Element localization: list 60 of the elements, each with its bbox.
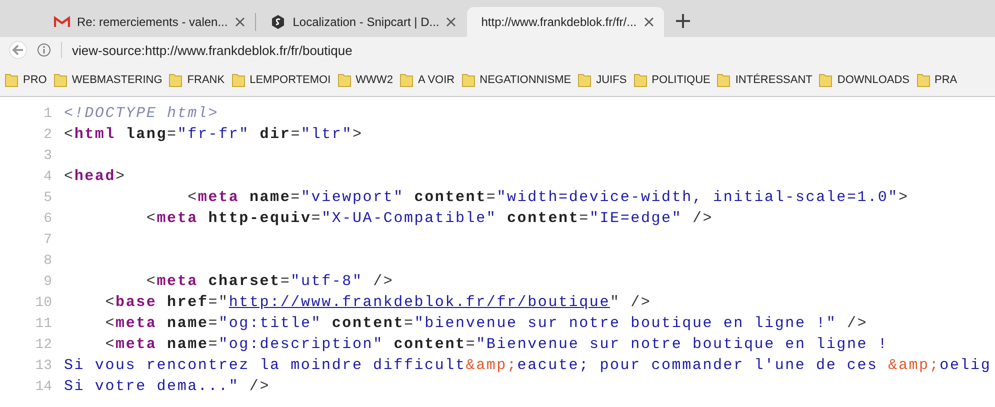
bookmark-folder[interactable]: PRA — [934, 74, 958, 86]
folder-icon — [462, 72, 475, 87]
line-number: 7 — [42, 232, 52, 248]
folder-icon — [578, 72, 592, 87]
folder-icon — [400, 72, 413, 87]
close-icon[interactable] — [234, 17, 245, 27]
folder-icon — [169, 72, 182, 87]
code-line: <meta http-equiv="X-UA-Compatible" content="IE=edge" /> — [145, 210, 714, 227]
code-line: <meta charset="utf-8" /> — [145, 273, 394, 290]
bookmark-folder[interactable]: PRO — [23, 74, 47, 86]
line-number: 8 — [42, 252, 52, 268]
bookmark-folder[interactable]: WEBMASTERING — [72, 74, 162, 86]
line-number: 10 — [34, 294, 52, 310]
bookmark-folder[interactable]: DOWNLOADS — [837, 74, 910, 86]
line-number: 5 — [42, 190, 52, 206]
bookmark-folder[interactable]: POLITIQUE — [652, 74, 710, 86]
close-icon[interactable] — [644, 17, 654, 27]
bookmark-folder[interactable]: JUIFS — [596, 74, 627, 86]
code-line: <html lang="fr-fr" dir="ltr"> — [64, 126, 363, 143]
line-number: 6 — [42, 210, 52, 226]
browser-tab[interactable]: Re: remerciements - valen... — [40, 7, 255, 37]
bookmark-folder[interactable]: WWW2 — [356, 74, 393, 86]
folder-icon — [634, 72, 647, 87]
folder-icon — [717, 72, 730, 87]
code-line: <!DOCTYPE html> — [64, 105, 219, 122]
hexagon-icon — [270, 14, 286, 30]
line-number: 1 — [42, 106, 52, 122]
folder-icon — [916, 72, 930, 87]
bookmark-folder[interactable]: NEGATIONNISME — [480, 74, 572, 86]
bookmark-folder[interactable]: FRANK — [187, 74, 225, 86]
code-line: Si vous rencontrez la moindre difficult&amp;eacute; pour commander l'une de ces &amp;oelig — [64, 357, 992, 374]
line-number: 12 — [34, 336, 52, 352]
folder-icon — [338, 72, 351, 87]
bookmark-folder[interactable]: LEMPORTEMOI — [250, 74, 331, 86]
browser-tab[interactable]: Localization - Snipcart | D... — [256, 7, 466, 37]
bookmark-folder[interactable]: INTÉRESSANT — [735, 74, 812, 86]
line-number: 3 — [42, 148, 52, 164]
line-number: 4 — [42, 168, 52, 184]
browser-tab[interactable]: http://www.frankdeblok.fr/fr/... — [467, 7, 664, 37]
folder-icon — [819, 72, 832, 87]
code-line: <meta name="og:description" content="Bienvenue sur notre boutique en ligne ! — [104, 336, 888, 353]
line-number: 9 — [42, 274, 52, 290]
new-tab-icon[interactable] — [676, 14, 690, 28]
folder-icon — [5, 72, 18, 87]
line-number: 2 — [42, 126, 52, 142]
code-line: <head> — [64, 168, 126, 185]
code-line: <meta name="og:title" content="bienvenue sur notre boutique en ligne !" /> — [104, 315, 868, 332]
folder-icon — [232, 72, 245, 87]
code-line: Si votre dema..." /> — [64, 378, 270, 395]
folder-icon — [54, 72, 67, 87]
envelope-icon — [54, 16, 70, 28]
address-bar-url[interactable]: view-source:http://www.frankdeblok.fr/fr/boutique — [72, 42, 352, 58]
close-icon[interactable] — [446, 17, 456, 27]
code-line: <meta name="viewport" content="width=device-width, initial-scale=1.0"> — [186, 189, 909, 206]
line-number: 14 — [34, 378, 52, 394]
info-icon[interactable] — [37, 43, 51, 57]
bookmark-folder[interactable]: A VOIR — [418, 74, 455, 86]
code-line: <base href="http://www.frankdeblok.fr/fr/boutique" /> — [104, 294, 652, 311]
line-number: 13 — [34, 358, 52, 374]
line-number: 11 — [34, 316, 52, 332]
